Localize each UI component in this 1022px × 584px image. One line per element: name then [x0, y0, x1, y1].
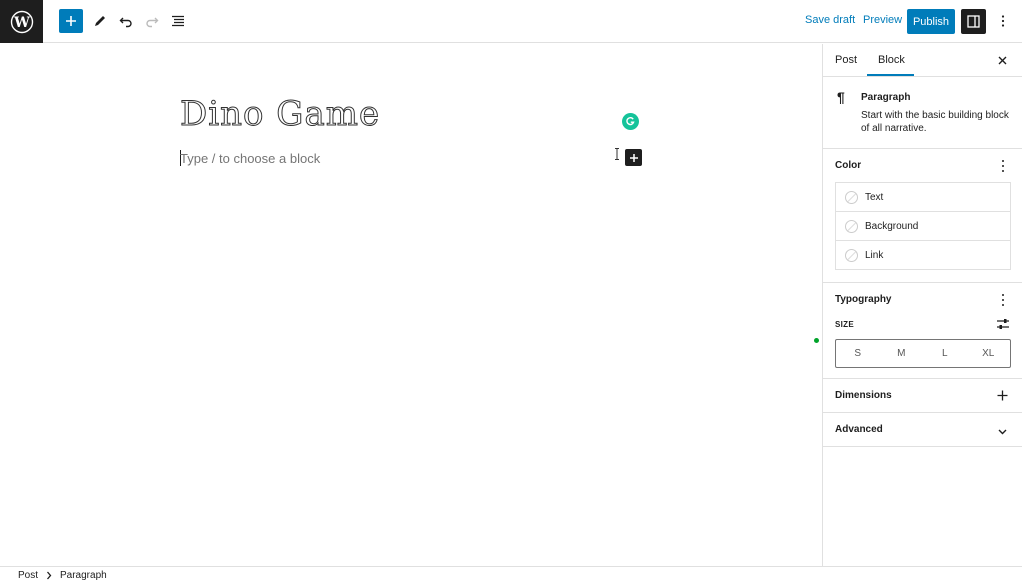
chevron-right-icon: [47, 571, 52, 580]
text-cursor-icon: [615, 148, 619, 160]
post-title[interactable]: Dino Game: [179, 94, 380, 135]
color-item-link[interactable]: Link: [836, 241, 1010, 270]
close-icon: [998, 56, 1006, 64]
paragraph-block-placeholder[interactable]: Type / to choose a block: [180, 151, 320, 166]
advanced-panel-title[interactable]: Advanced: [835, 424, 883, 435]
preview-button[interactable]: Preview: [863, 14, 902, 26]
breadcrumb: Post Paragraph: [0, 566, 1022, 584]
color-options-button[interactable]: [999, 160, 1007, 172]
font-size-option-m[interactable]: M: [880, 340, 924, 367]
svg-text:W: W: [13, 15, 30, 31]
editor-canvas[interactable]: Dino Game Type / to choose a block: [0, 44, 822, 566]
font-size-option-s[interactable]: S: [836, 340, 880, 367]
color-swatch: [845, 191, 858, 204]
color-item-background[interactable]: Background: [836, 212, 1010, 241]
plus-icon: [66, 16, 76, 26]
redo-icon: [146, 17, 159, 28]
kebab-dot: [1002, 165, 1004, 167]
color-item-label: Text: [865, 192, 884, 203]
panel-divider: [823, 412, 1022, 413]
save-draft-button[interactable]: Save draft: [805, 14, 855, 26]
active-tab-indicator: [867, 74, 914, 76]
kebab-dot: [1002, 294, 1004, 296]
panel-divider: [823, 446, 1022, 447]
color-item-label: Background: [865, 221, 919, 232]
undo-button[interactable]: [114, 9, 138, 33]
kebab-dot: [1002, 170, 1004, 172]
pilcrow-icon: ¶: [837, 89, 845, 105]
dimensions-panel-title[interactable]: Dimensions: [835, 390, 892, 401]
add-dimension-plus-icon[interactable]: [997, 390, 1008, 401]
color-item-label: Link: [865, 250, 884, 261]
close-sidebar-button[interactable]: [995, 53, 1009, 67]
wordpress-logo-button[interactable]: W: [0, 0, 43, 43]
kebab-dot: [1002, 299, 1004, 301]
typography-options-button[interactable]: [999, 294, 1007, 306]
tools-button[interactable]: [88, 9, 112, 33]
tab-post[interactable]: Post: [835, 54, 857, 66]
block-card: ¶ Paragraph Start with the basic buildin…: [823, 77, 1022, 149]
color-swatch: [845, 220, 858, 233]
sidebar-toggle-icon: [967, 15, 980, 28]
font-size-label: SIZE: [835, 320, 854, 329]
font-size-option-l[interactable]: L: [923, 340, 967, 367]
chevron-down-icon[interactable]: [997, 426, 1008, 437]
undo-icon: [119, 17, 132, 28]
list-view-icon: [172, 15, 184, 27]
kebab-icon: [1001, 15, 1005, 27]
redo-button[interactable]: [140, 9, 164, 33]
pencil-icon: [95, 16, 105, 26]
custom-size-settings-icon[interactable]: [996, 318, 1010, 330]
plus-icon: [629, 153, 638, 162]
kebab-dot: [1002, 160, 1004, 162]
breadcrumb-item-post[interactable]: Post: [18, 570, 38, 581]
options-menu-button[interactable]: [993, 11, 1013, 31]
font-size-option-xl[interactable]: XL: [967, 340, 1011, 367]
block-description: Start with the basic building block of a…: [861, 110, 1009, 134]
font-size-picker: S M L XL: [835, 339, 1011, 368]
settings-sidebar: Post Block ¶ Paragraph Start with the ba…: [822, 44, 1022, 566]
settings-toggle-button[interactable]: [961, 9, 986, 34]
wordpress-logo-icon: W: [10, 10, 33, 33]
status-dot: [814, 338, 819, 343]
grammarly-icon: [626, 117, 635, 126]
breadcrumb-item-paragraph[interactable]: Paragraph: [60, 570, 107, 581]
inline-inserter-button[interactable]: [625, 149, 642, 166]
list-view-button[interactable]: [166, 9, 190, 33]
tab-block[interactable]: Block: [878, 54, 905, 66]
block-name: Paragraph: [861, 92, 911, 103]
color-swatch: [845, 249, 858, 262]
color-panel-title: Color: [835, 160, 862, 171]
typography-panel-title: Typography: [835, 294, 892, 305]
panel-divider: [823, 378, 1022, 379]
panel-divider: [823, 282, 1022, 283]
grammarly-button[interactable]: [622, 113, 639, 130]
publish-button[interactable]: Publish: [907, 9, 955, 34]
color-item-text[interactable]: Text: [836, 183, 1010, 212]
block-inserter-button[interactable]: [59, 9, 83, 33]
editor-header: W Save draft Preview Publish: [0, 0, 1022, 43]
sidebar-tabs: Post Block: [823, 44, 1022, 77]
kebab-dot: [1002, 304, 1004, 306]
color-settings-group: Text Background Link: [835, 182, 1011, 270]
